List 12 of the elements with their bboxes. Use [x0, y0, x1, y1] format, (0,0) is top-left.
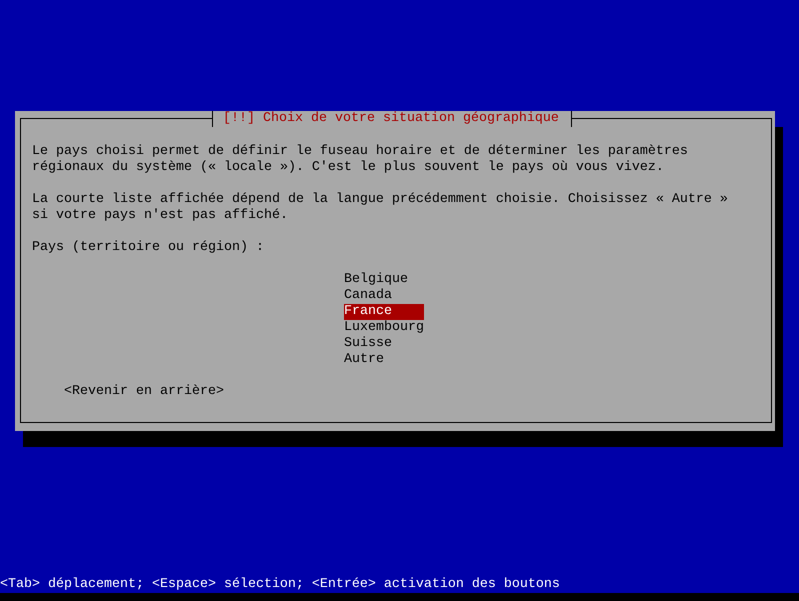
- country-list-item[interactable]: Belgique: [344, 272, 424, 288]
- description-text: La courte liste affichée dépend de la langue précédemment choisie. Choisissez « Autre » si votre pays n'est pas affiché.: [32, 192, 729, 224]
- keyboard-help-text: <Tab> déplacement; <Espace> sélection; <Entrée> activation des boutons: [0, 577, 561, 593]
- country-list-item[interactable]: Autre: [344, 352, 424, 368]
- dialog-title: [!!] Choix de votre situation géographique: [212, 111, 572, 127]
- prompt-label: Pays (territoire ou région) :: [32, 240, 265, 256]
- country-list-item[interactable]: France: [344, 304, 424, 320]
- description-text: Le pays choisi permet de définir le fuseau horaire et de déterminer les paramètres régionaux du système (« locale »). C'est le plus souvent le pays où vous vivez.: [32, 144, 689, 176]
- back-button[interactable]: <Revenir en arrière>: [64, 384, 224, 400]
- country-list-item[interactable]: Luxembourg: [344, 320, 424, 336]
- country-list-item[interactable]: Suisse: [344, 336, 424, 352]
- country-list-item[interactable]: Canada: [344, 288, 424, 304]
